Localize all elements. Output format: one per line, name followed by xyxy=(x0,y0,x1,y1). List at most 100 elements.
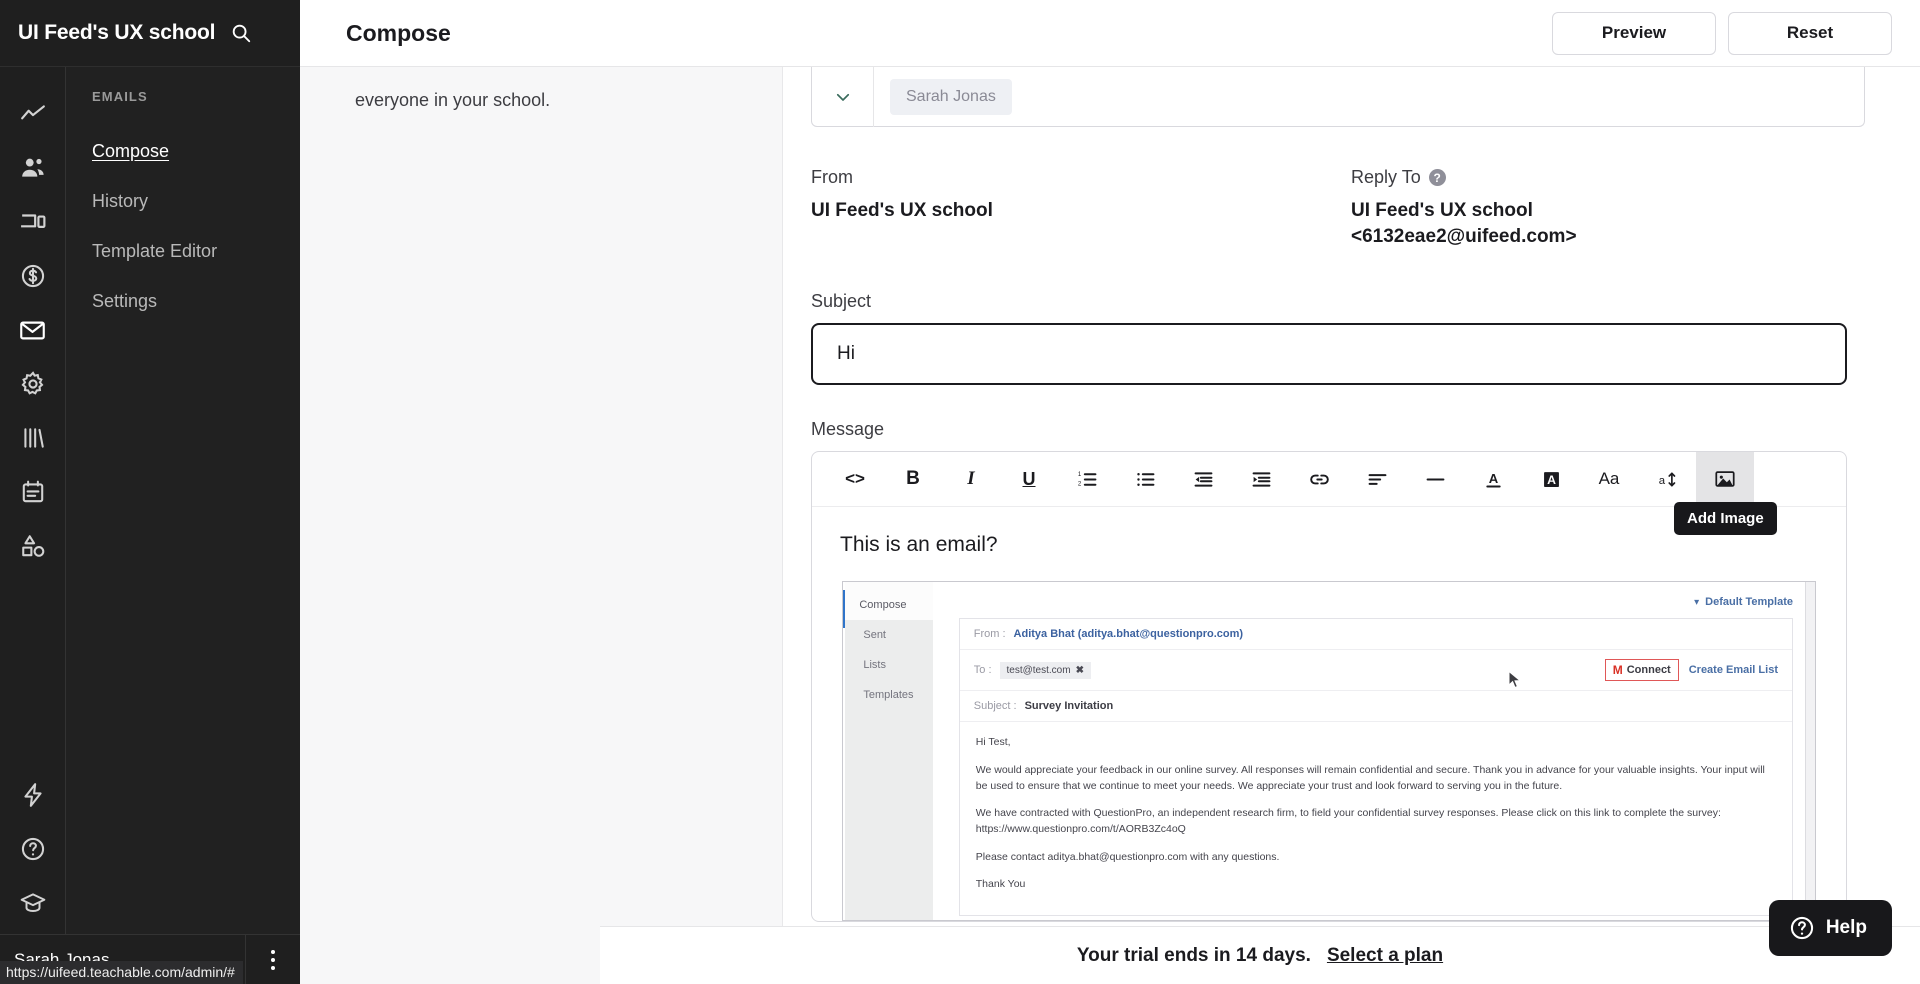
left-panel: UI Feed's UX school EMAILS Compose Histo… xyxy=(0,0,300,984)
embed-sidebar: Compose Sent Lists Templates xyxy=(845,582,933,921)
horizontal-rule-icon[interactable] xyxy=(1406,452,1464,506)
recipients-field[interactable]: Sarah Jonas xyxy=(811,67,1865,127)
devices-icon[interactable] xyxy=(6,195,60,249)
sales-icon[interactable] xyxy=(6,249,60,303)
library-icon[interactable] xyxy=(6,411,60,465)
embedded-screenshot-image[interactable]: Compose Sent Lists Templates ▾ Default T… xyxy=(842,581,1816,922)
subject-label: Subject xyxy=(811,291,872,312)
embed-to-label: To : xyxy=(973,664,992,677)
align-left-icon[interactable] xyxy=(1348,452,1406,506)
italic-icon[interactable]: I xyxy=(942,452,1000,506)
sidebar-item-settings[interactable]: Settings xyxy=(66,276,300,326)
font-size-icon[interactable]: a xyxy=(1638,452,1696,506)
compose-form: Sarah Jonas From UI Feed's UX school Rep… xyxy=(783,67,1865,923)
embed-create-email-list-link: Create Email List xyxy=(1688,664,1778,677)
sidebar-item-template-editor[interactable]: Template Editor xyxy=(66,226,300,276)
search-icon[interactable] xyxy=(229,21,253,45)
select-a-plan-link[interactable]: Select a plan xyxy=(1327,945,1443,967)
embed-chevron-down-icon: ▾ xyxy=(1694,596,1700,608)
content-area: everyone in your school. Sarah Jonas Fro… xyxy=(300,67,1920,984)
svg-text:1: 1 xyxy=(1077,471,1081,478)
shapes-icon[interactable] xyxy=(6,519,60,573)
reply-to-label: Reply To xyxy=(1351,167,1421,187)
help-circle-icon xyxy=(1790,916,1813,940)
from-value: UI Feed's UX school xyxy=(811,200,993,221)
from-reply-row: From UI Feed's UX school Reply To ? UI F… xyxy=(811,167,1865,249)
text-color-icon[interactable]: A xyxy=(1464,452,1522,506)
description-text: everyone in your school. xyxy=(355,90,551,110)
embed-body: Hi Test, We would appreciate your feedba… xyxy=(960,722,1792,915)
sidebar-item-label: History xyxy=(92,190,149,211)
indent-icon[interactable] xyxy=(1232,452,1290,506)
reply-to-email: <6132eae2@uifeed.com> xyxy=(1351,225,1577,247)
embed-to-chip-text: test@test.com xyxy=(1006,664,1071,676)
graduation-cap-icon[interactable] xyxy=(6,876,60,930)
bold-icon[interactable]: B xyxy=(884,452,942,506)
code-view-icon[interactable]: <> xyxy=(826,452,884,506)
embed-nav-item: Sent xyxy=(863,629,886,642)
chevron-down-icon[interactable] xyxy=(812,67,874,127)
subject-input[interactable] xyxy=(811,323,1847,386)
embed-gmail-connect-button: M Connect xyxy=(1604,659,1679,682)
highlight-color-icon[interactable]: A xyxy=(1522,452,1580,506)
embed-main: ▾ Default Template From : Aditya Bhat (a… xyxy=(933,582,1815,921)
embed-scrollbar xyxy=(1804,582,1815,921)
icon-rail xyxy=(0,67,66,984)
link-icon[interactable] xyxy=(1290,452,1348,506)
kebab-dot xyxy=(271,949,275,954)
embed-from-value: Aditya Bhat (aditya.bhat@questionpro.com… xyxy=(1013,628,1244,641)
reply-to-name: UI Feed's UX school xyxy=(1351,200,1533,221)
top-actions: Preview Reset xyxy=(1552,11,1892,55)
embed-from-label: From : xyxy=(973,628,1006,641)
analytics-icon[interactable] xyxy=(6,87,60,141)
user-menu-kebab-icon[interactable] xyxy=(245,934,300,984)
kebab-dot xyxy=(271,965,275,970)
trial-banner: Your trial ends in 14 days. Select a pla… xyxy=(600,926,1920,984)
embed-to-row: To : test@test.com ✖ M Connect Create Em… xyxy=(959,650,1792,692)
embed-remove-chip-icon: ✖ xyxy=(1075,664,1084,676)
svg-text:A: A xyxy=(1488,471,1498,486)
rich-text-editor: <> B I U 12 A A Aa a Add Image This is a… xyxy=(811,451,1847,923)
recipient-chip[interactable]: Sarah Jonas xyxy=(890,78,1012,115)
embed-body-paragraph: Hi Test, xyxy=(975,736,1011,749)
from-label: From xyxy=(811,167,853,187)
reply-to-block: Reply To ? UI Feed's UX school <6132eae2… xyxy=(1351,167,1865,249)
reset-button[interactable]: Reset xyxy=(1728,11,1892,55)
editor-body[interactable]: This is an email? Compose Sent Lists Tem… xyxy=(812,507,1846,922)
unordered-list-icon[interactable] xyxy=(1116,452,1174,506)
embed-sidebar-fill: Sent Lists Templates xyxy=(845,620,933,921)
help-button[interactable]: Help xyxy=(1768,900,1892,956)
add-image-icon[interactable] xyxy=(1696,452,1754,507)
font-family-icon[interactable]: Aa xyxy=(1580,452,1638,506)
preview-button[interactable]: Preview xyxy=(1552,11,1716,55)
ordered-list-icon[interactable]: 12 xyxy=(1058,452,1116,506)
sidebar-split: EMAILS Compose History Template Editor S… xyxy=(0,67,300,984)
settings-gear-icon[interactable] xyxy=(6,357,60,411)
nav-column: EMAILS Compose History Template Editor S… xyxy=(66,67,300,984)
svg-text:A: A xyxy=(1547,473,1556,487)
calendar-icon[interactable] xyxy=(6,465,60,519)
message-label: Message xyxy=(811,419,885,440)
message-field-group: Message <> B I U 12 A A Aa a Add Image T… xyxy=(811,419,1865,923)
sidebar-item-compose[interactable]: Compose xyxy=(66,126,300,176)
lightning-icon[interactable] xyxy=(6,768,60,822)
underline-icon[interactable]: U xyxy=(1000,452,1058,506)
outdent-icon[interactable] xyxy=(1174,452,1232,506)
brand-bar: UI Feed's UX school xyxy=(0,0,300,67)
embed-to-chip: test@test.com ✖ xyxy=(999,661,1091,679)
status-bar-url: https://uifeed.teachable.com/admin/# xyxy=(0,961,243,984)
embed-body-paragraph: Please contact aditya.bhat@questionpro.c… xyxy=(975,850,1280,863)
sidebar-item-history[interactable]: History xyxy=(66,176,300,226)
top-bar: Compose Preview Reset xyxy=(300,0,1920,67)
embed-nav-item: Compose xyxy=(859,599,907,612)
sidebar-item-label: Compose xyxy=(92,140,170,161)
help-tooltip-icon[interactable]: ? xyxy=(1428,169,1446,186)
embed-subject-value: Survey Invitation xyxy=(1024,700,1114,713)
email-icon[interactable] xyxy=(6,303,60,357)
right-area: Compose Preview Reset everyone in your s… xyxy=(300,0,1920,984)
from-block: From UI Feed's UX school xyxy=(811,167,1351,249)
add-image-tooltip: Add Image xyxy=(1674,502,1777,536)
embed-nav-item: Templates xyxy=(863,689,914,702)
users-icon[interactable] xyxy=(6,141,60,195)
help-circle-icon[interactable] xyxy=(6,822,60,876)
